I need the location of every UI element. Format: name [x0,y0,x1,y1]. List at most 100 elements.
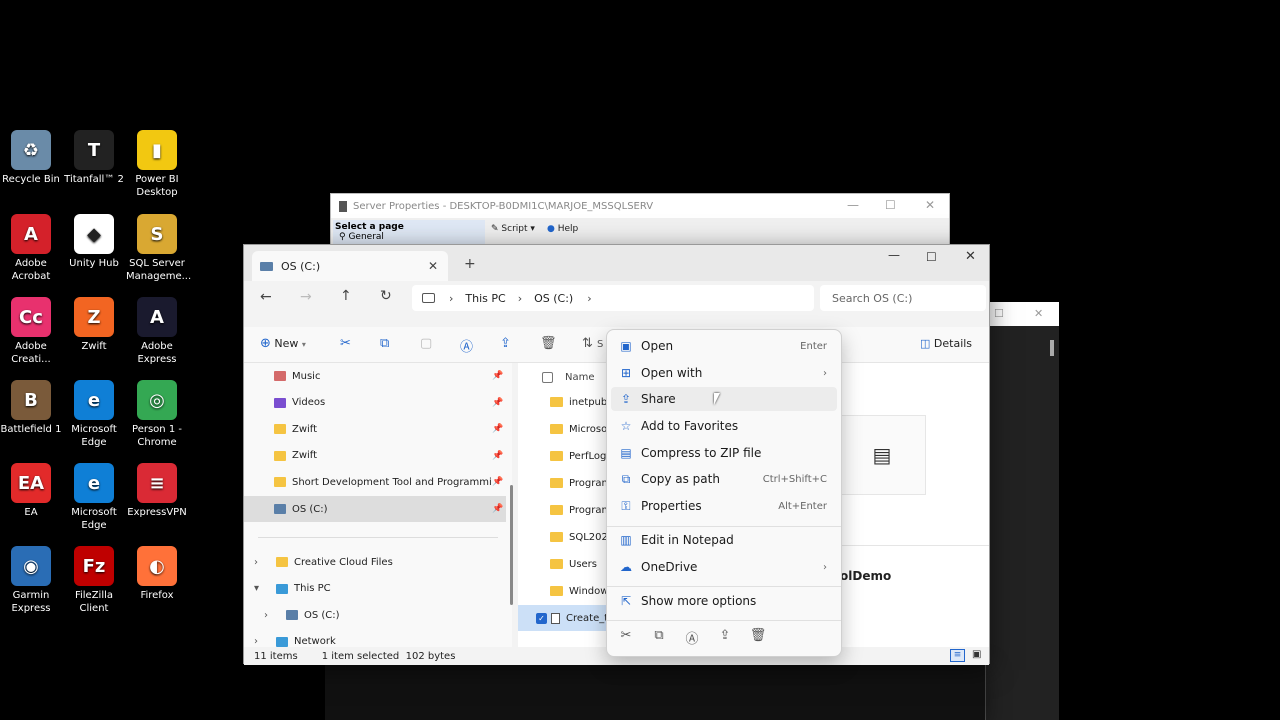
desktop-icon[interactable]: ≡ ExpressVPN [126,463,188,519]
share-icon[interactable]: ⇪ [716,628,734,646]
chevron-right-icon[interactable]: › [264,610,276,621]
refresh-icon[interactable]: ↻ [380,288,392,304]
back-icon[interactable]: ← [260,289,272,305]
pin-icon[interactable]: 📌 [492,504,503,514]
file-row[interactable]: Microsof [518,416,618,442]
menu-item-add-to-favorites[interactable]: ☆ Add to Favorites [611,414,837,438]
menu-item-open-with[interactable]: ⊞ Open with › [611,361,837,385]
desktop-icon[interactable]: e Microsoft Edge [63,463,125,532]
chevron-right-icon[interactable]: › [254,636,266,647]
maximize-icon[interactable]: ☐ [994,307,1004,320]
quick-access-item[interactable]: OS (C:) 📌 [244,496,506,522]
delete-icon[interactable]: 🗑 [540,336,557,351]
column-name-header[interactable]: Name [565,372,595,383]
minimize-icon[interactable]: — [847,198,859,212]
rename-icon[interactable]: Ⓐ [683,628,701,647]
general-page-item[interactable]: ⚲ General [335,232,483,242]
breadcrumb-os-c[interactable]: OS (C:) [534,292,573,305]
help-button[interactable]: ● Help [547,224,578,234]
tree-item[interactable]: ▾ This PC [244,576,506,602]
quick-access-item[interactable]: Short Development Tool and Programming T… [244,469,506,495]
file-row[interactable]: PerfLogs [518,443,618,469]
minimize-icon[interactable]: — [888,248,900,262]
pin-icon[interactable]: 📌 [492,398,503,408]
share-icon[interactable]: ⇪ [500,336,511,351]
file-row[interactable]: Program [518,470,618,496]
address-bar[interactable]: › This PC › OS (C:) › [412,285,814,311]
file-row[interactable]: Program [518,497,618,523]
rename-icon[interactable]: Ⓐ [460,336,473,355]
tiles-view-icon[interactable]: ▣ [972,649,981,660]
desktop-icon[interactable]: Cc Adobe Creati... [0,297,62,366]
background-window-scrollbar[interactable] [1050,340,1054,356]
desktop-icon[interactable]: T Titanfall™ 2 [63,130,125,186]
tree-item[interactable]: › Creative Cloud Files [244,549,506,575]
pin-icon[interactable]: 📌 [492,451,503,461]
forward-icon[interactable]: → [300,289,312,305]
desktop-icon[interactable]: ♻ Recycle Bin [0,130,62,186]
delete-icon[interactable]: 🗑 [749,628,767,646]
menu-item-show-more-options[interactable]: ⇱ Show more options [611,589,837,613]
tree-item[interactable]: › OS (C:) [244,602,506,628]
desktop-icon[interactable]: A Adobe Acrobat [0,214,62,283]
desktop-icon[interactable]: S SQL Server Manageme... [126,214,191,283]
cut-icon[interactable]: ✂ [617,628,635,646]
maximize-icon[interactable]: ☐ [926,250,937,264]
desktop-icon[interactable]: A Adobe Express [126,297,188,366]
pin-icon[interactable]: 📌 [492,424,503,434]
desktop-icon[interactable]: ◆ Unity Hub [63,214,125,270]
file-row[interactable]: Windows [518,578,618,604]
list-view-icon[interactable]: ≡ [950,649,965,662]
new-button[interactable]: ⊕ New ▾ [260,336,306,351]
desktop-icon[interactable]: ▮ Power BI Desktop [126,130,188,199]
menu-item-properties[interactable]: ⚿ Properties Alt+Enter [611,494,837,518]
menu-item-onedrive[interactable]: ☁ OneDrive › [611,555,837,579]
pin-icon[interactable]: 📌 [492,371,503,381]
file-row[interactable]: ✓ Create_tb [518,605,618,631]
tab-close-icon[interactable]: ✕ [428,259,438,273]
select-all-checkbox[interactable] [542,371,553,383]
up-icon[interactable]: ↑ [340,288,352,304]
quick-access-item[interactable]: Zwift 📌 [244,443,506,469]
row-checkbox[interactable]: ✓ [536,612,547,624]
desktop-icon[interactable]: B Battlefield 1 [0,380,62,436]
tab-os-c[interactable]: OS (C:) ✕ [252,251,448,281]
menu-item-open[interactable]: ▣ Open Enter [611,334,837,358]
new-tab-icon[interactable]: + [464,256,476,272]
chevron-right-icon[interactable]: › [254,557,266,568]
desktop-icon[interactable]: Fz FileZilla Client [63,546,125,615]
desktop-icon[interactable]: e Microsoft Edge [63,380,125,449]
copy-icon[interactable]: ⧉ [380,336,389,351]
maximize-icon[interactable]: ☐ [885,198,896,212]
breadcrumb-this-pc[interactable]: This PC [465,292,505,305]
paste-icon[interactable]: ▢ [420,336,432,351]
desktop-icon[interactable]: ◎ Person 1 - Chrome [126,380,188,449]
close-icon[interactable]: ✕ [1034,307,1043,320]
quick-access-item[interactable]: Music 📌 [244,363,506,389]
menu-item-copy-as-path[interactable]: ⧉ Copy as path Ctrl+Shift+C [611,467,837,491]
cut-icon[interactable]: ✂ [340,336,351,351]
quick-access-item[interactable]: Zwift 📌 [244,416,506,442]
search-input[interactable]: Search OS (C:) [820,285,986,311]
close-icon[interactable]: ✕ [925,198,935,212]
desktop-icon[interactable]: ◉ Garmin Express [0,546,62,615]
quick-access-item[interactable]: Videos 📌 [244,390,506,416]
menu-item-edit-in-notepad[interactable]: ▥ Edit in Notepad [611,528,837,552]
desktop-icon[interactable]: EA EA [0,463,62,519]
desktop-icon[interactable]: Z Zwift [63,297,125,353]
file-row[interactable]: inetpub [518,389,618,415]
file-row[interactable]: Users [518,551,618,577]
script-button[interactable]: ✎ Script ▾ [491,224,535,234]
close-icon[interactable]: ✕ [965,249,976,264]
copy-icon[interactable]: ⧉ [650,628,668,646]
sort-icon[interactable]: ⇅ S [582,336,603,351]
pin-icon[interactable]: 📌 [492,477,503,487]
menu-item-compress-to-zip-file[interactable]: ▤ Compress to ZIP file [611,441,837,465]
nav-scrollbar[interactable] [510,485,513,605]
desktop-icon[interactable]: ◐ Firefox [126,546,188,602]
menu-item-share[interactable]: ⇪ Share [611,387,837,411]
chevron-down-icon[interactable]: ▾ [254,583,266,594]
details-button[interactable]: ◫ Details [920,337,972,350]
file-row[interactable]: SQL2022 [518,524,618,550]
background-window-right[interactable]: ☐ ✕ [985,302,1059,720]
